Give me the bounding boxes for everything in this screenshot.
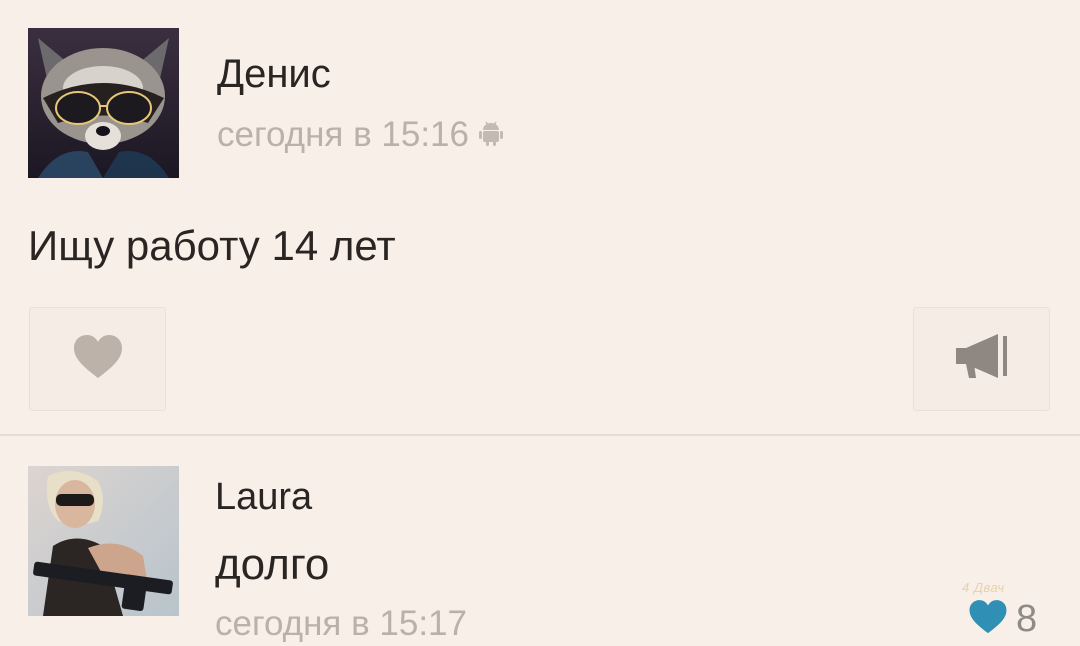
comment-likes-count: 8 [1016, 598, 1038, 640]
android-icon [479, 115, 503, 155]
comment-author-name[interactable]: Laura [215, 476, 312, 519]
post-time-text: сегодня в 15:16 [217, 115, 469, 154]
comment-author-avatar[interactable] [28, 466, 179, 616]
post-timestamp: сегодня в 15:16 [217, 115, 503, 155]
share-button[interactable] [913, 307, 1050, 411]
heart-icon [72, 334, 124, 385]
comment-like-button[interactable]: 8 [968, 598, 1037, 641]
megaphone-icon [954, 332, 1010, 387]
heart-icon [968, 599, 1008, 640]
separator [0, 434, 1080, 436]
comment-text: долго [215, 540, 330, 589]
post-text: Ищу работу 14 лет [28, 222, 396, 269]
comment-timestamp: сегодня в 15:17 [215, 604, 467, 643]
post-author-avatar[interactable] [28, 28, 179, 178]
post-author-name[interactable]: Денис [217, 52, 331, 97]
like-button[interactable] [29, 307, 166, 411]
watermark: 4 Двач [962, 580, 1005, 595]
